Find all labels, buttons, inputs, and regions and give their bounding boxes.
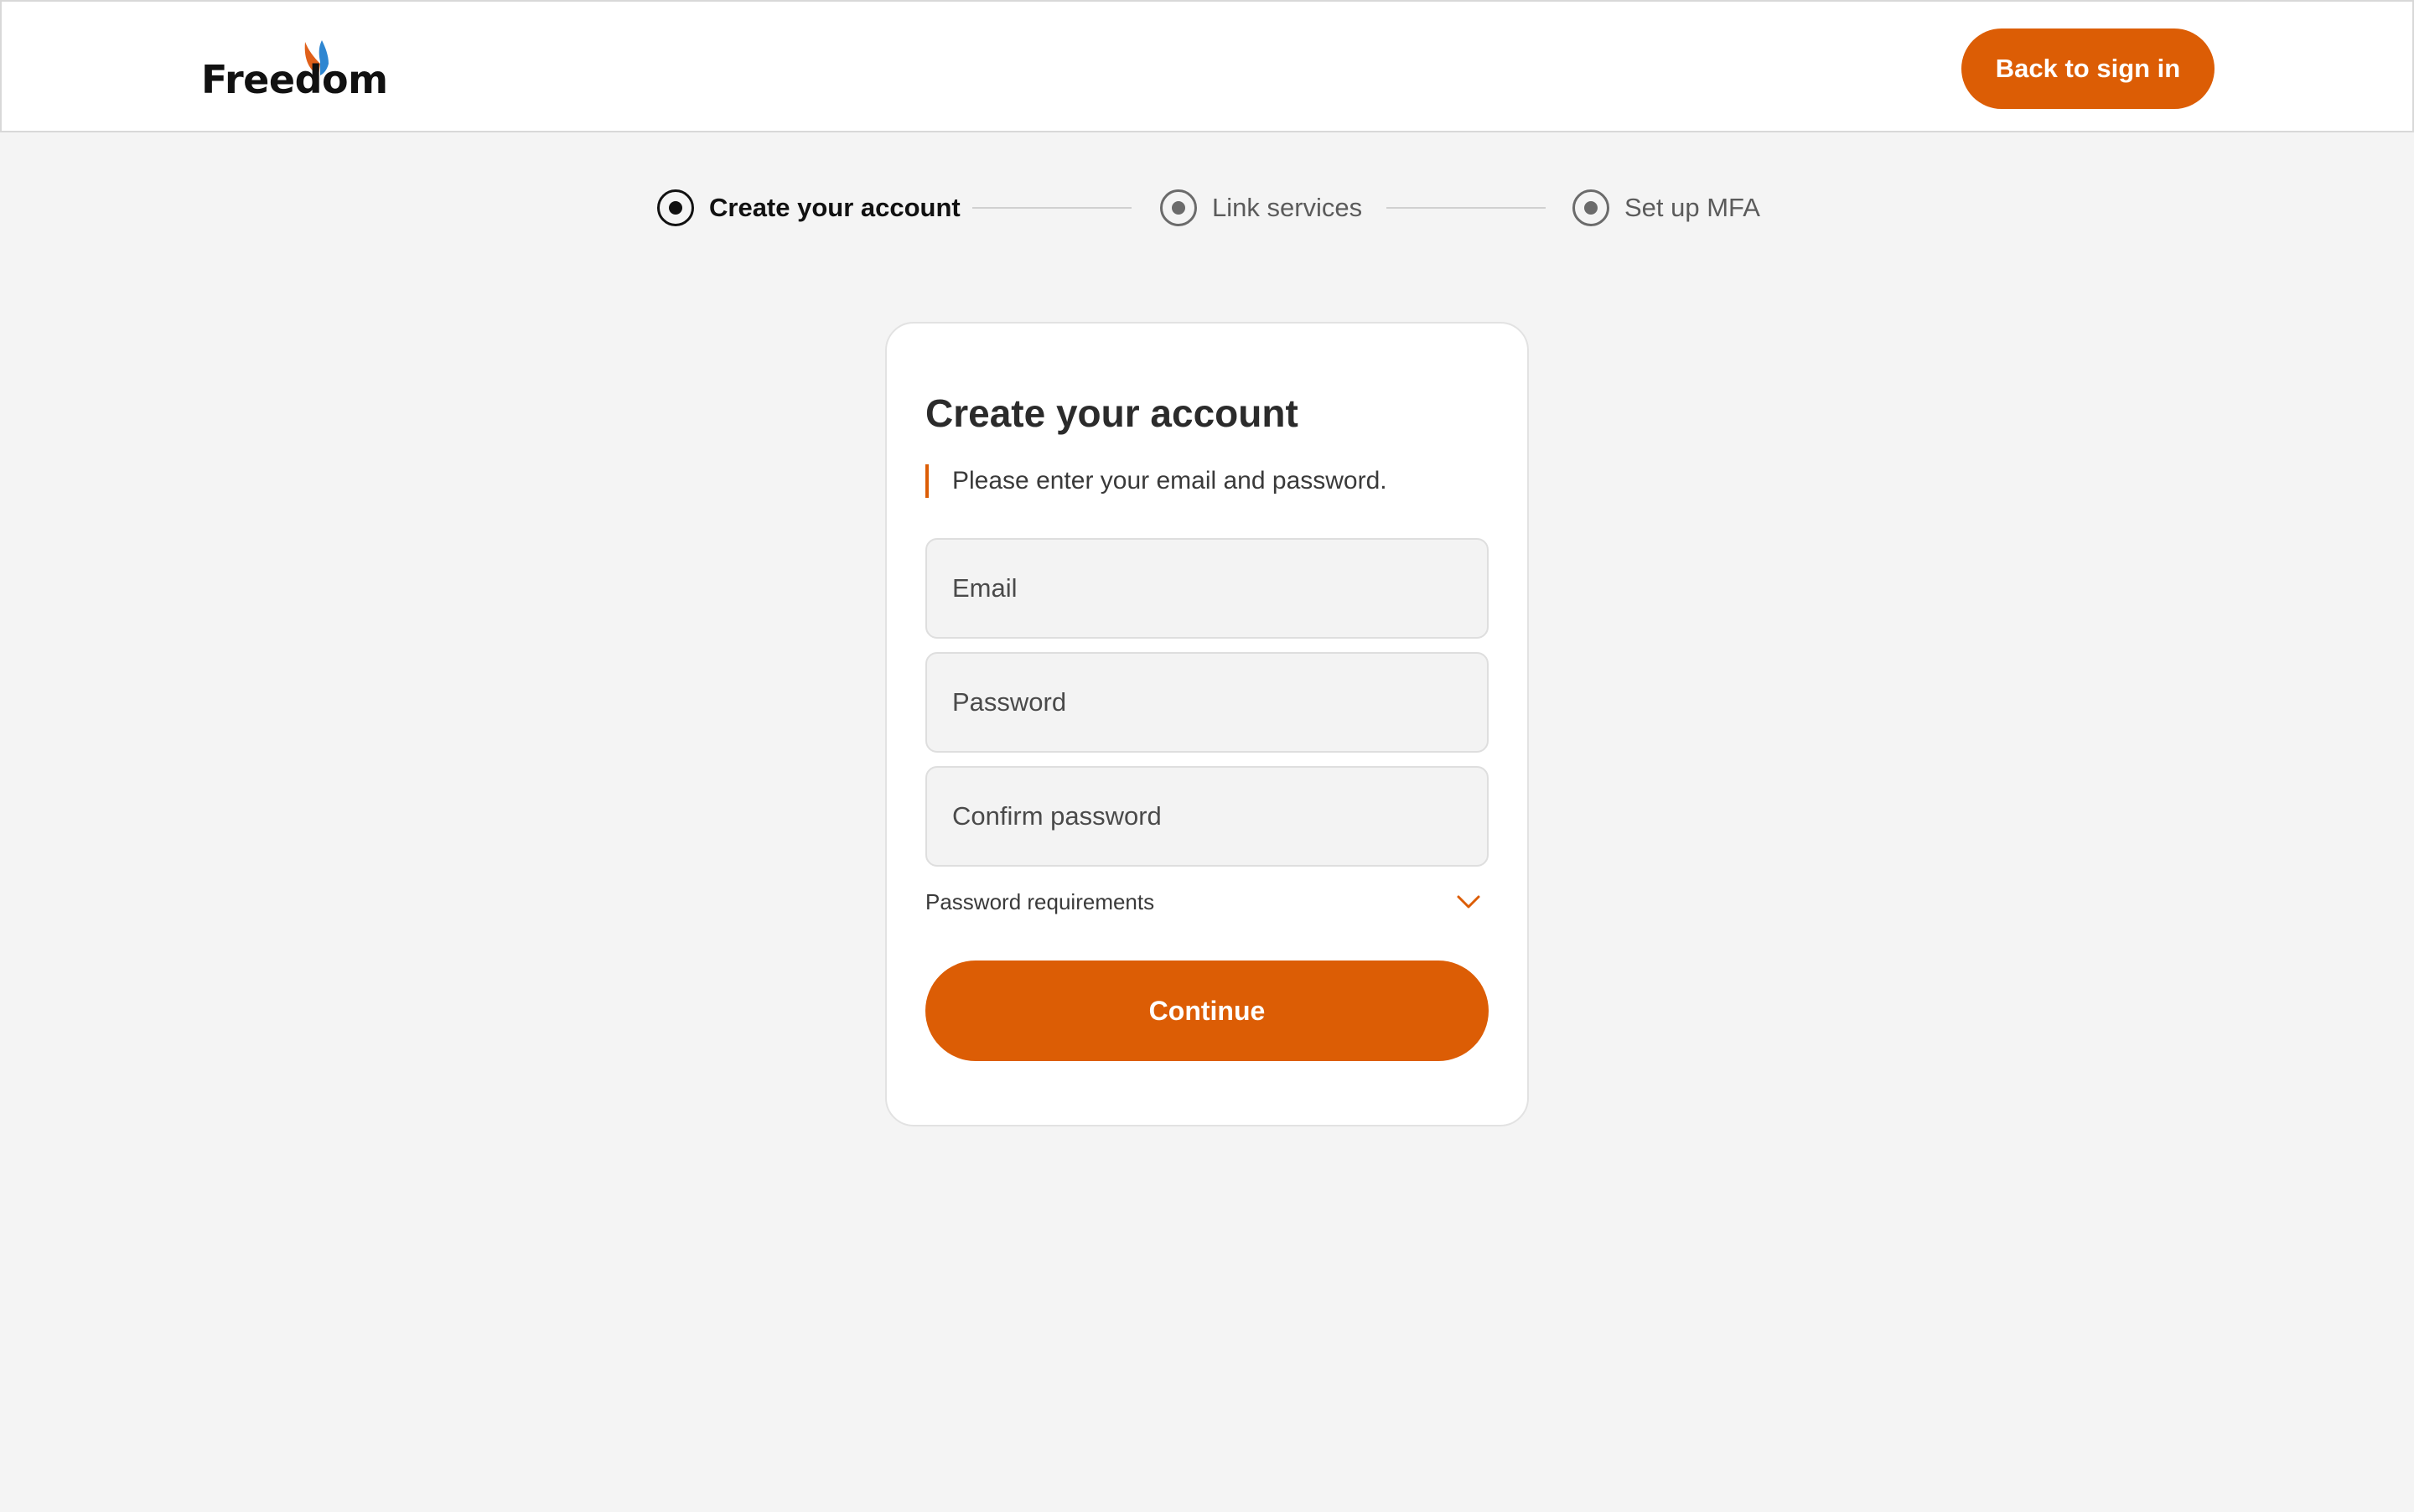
freedom-logo[interactable]: Freedom ™ [201,39,388,106]
step-label: Create your account [709,193,961,222]
instruction-text: Please enter your email and password. [925,464,1387,498]
step-create-account: Create your account [657,184,961,231]
email-field[interactable] [925,538,1489,639]
logo-trademark: ™ [365,75,372,83]
page-title: Create your account [925,391,1298,435]
back-to-sign-in-button[interactable]: Back to sign in [1961,28,2215,109]
radio-icon [1572,189,1609,226]
continue-button[interactable]: Continue [925,961,1489,1061]
step-connector [972,207,1132,209]
top-header: Freedom ™ Back to sign in [0,0,2414,132]
step-connector [1386,207,1546,209]
step-label: Link services [1212,193,1363,222]
radio-icon [1160,189,1197,226]
progress-stepper: Create your account Link services Set up… [0,184,2414,231]
confirm-password-field[interactable] [925,766,1489,867]
logo-wordmark: Freedom [201,57,388,102]
radio-icon [657,189,694,226]
password-requirements-label: Password requirements [925,888,1155,914]
password-requirements-toggle[interactable]: Password requirements [925,885,1489,919]
step-set-up-mfa: Set up MFA [1572,184,1760,231]
chevron-down-icon[interactable] [1455,888,1482,915]
password-field[interactable] [925,652,1489,753]
step-label: Set up MFA [1624,193,1760,222]
step-link-services: Link services [1160,184,1362,231]
create-account-card: Create your account Please enter your em… [885,322,1529,1126]
